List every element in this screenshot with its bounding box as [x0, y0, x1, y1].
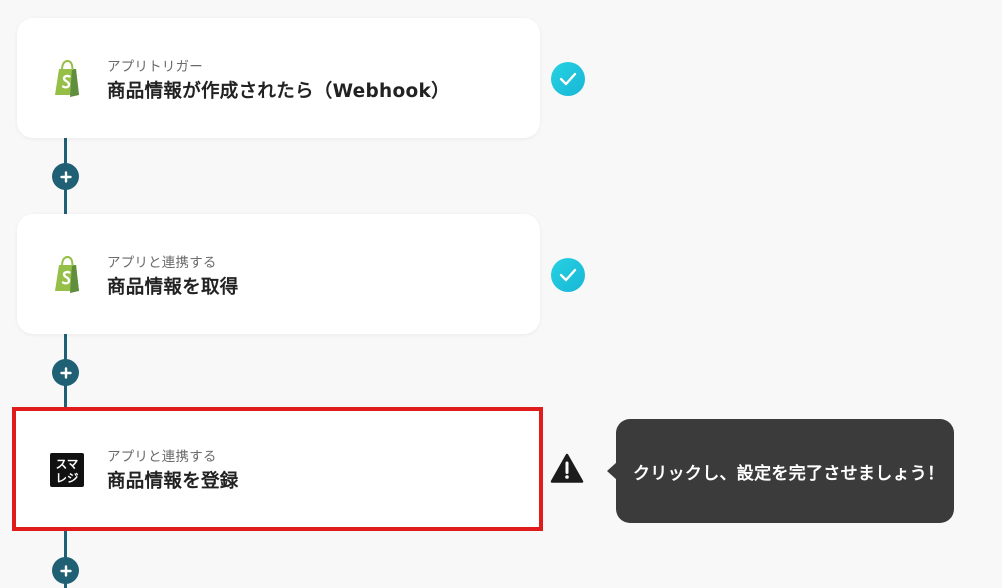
step-title: 商品情報を登録	[107, 471, 239, 492]
plus-icon	[59, 366, 72, 379]
warning-icon	[550, 453, 584, 484]
flow-step-card[interactable]: アプリと連携する 商品情報を取得	[17, 214, 540, 334]
step-type-label: アプリと連携する	[107, 255, 217, 271]
add-step-button[interactable]	[52, 163, 79, 190]
add-step-button[interactable]	[52, 359, 79, 386]
step-type-label: アプリトリガー	[107, 59, 203, 75]
plus-icon	[59, 564, 72, 577]
check-icon	[551, 62, 585, 96]
setup-tooltip: クリックし、設定を完了させましょう！	[607, 419, 954, 523]
smaregi-icon: スマ レジ	[50, 452, 86, 490]
flow-step-card[interactable]: アプリトリガー 商品情報が作成されたら（Webhook）	[17, 18, 540, 138]
shopify-icon	[50, 59, 86, 97]
step-title: 商品情報が作成されたら（Webhook）	[107, 81, 450, 102]
shopify-icon	[50, 255, 86, 293]
tooltip-text: クリックし、設定を完了させましょう！	[633, 463, 945, 484]
step-type-label: アプリと連携する	[107, 449, 217, 465]
svg-text:レジ: レジ	[56, 471, 79, 485]
flow-step-card[interactable]: スマ レジ アプリと連携する 商品情報を登録	[12, 407, 543, 531]
add-step-button[interactable]	[52, 557, 79, 584]
step-title: 商品情報を取得	[107, 277, 239, 298]
check-icon	[551, 258, 585, 292]
tooltip-arrow	[607, 462, 617, 480]
plus-icon	[59, 170, 72, 183]
svg-text:スマ: スマ	[56, 457, 79, 471]
